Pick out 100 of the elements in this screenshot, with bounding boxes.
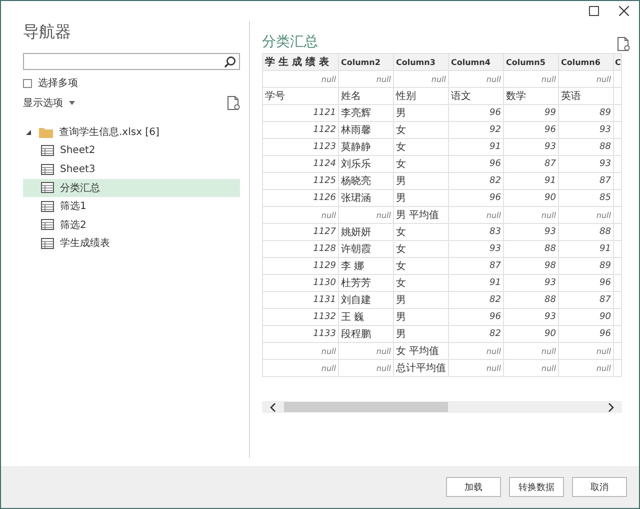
maximize-icon <box>589 6 599 16</box>
tree-item[interactable]: 查询学生信息.xlsx [6] <box>23 123 240 142</box>
table-cell: null <box>504 342 558 360</box>
table-cell: 语文 <box>448 88 504 104</box>
export-document-icon <box>617 37 630 51</box>
table-cell: 90 <box>558 308 614 326</box>
column-header[interactable]: Column5 <box>504 54 558 70</box>
column-header[interactable]: Column2 <box>338 54 394 70</box>
scroll-right-icon <box>608 402 614 412</box>
table-cell: null <box>448 342 504 360</box>
column-header[interactable]: Column3 <box>394 54 448 70</box>
table-cell: 女 <box>394 274 448 292</box>
table-cell: 姚妍妍 <box>338 224 394 240</box>
table-cell: 杜芳芳 <box>338 274 394 292</box>
table-cell: 93 <box>504 138 558 156</box>
close-icon <box>619 6 629 16</box>
table-cell: 90 <box>504 326 558 342</box>
table-cell: null <box>504 360 558 376</box>
table-cell: 93 <box>448 240 504 258</box>
column-header[interactable]: Column6 <box>558 54 614 70</box>
table-cell: 1123 <box>262 138 338 156</box>
dialog-button[interactable]: 转换数据 <box>509 477 564 497</box>
table-cell: 男 平均值 <box>394 206 448 224</box>
table-cell: 82 <box>448 172 504 190</box>
table-cell: 莫静静 <box>338 138 394 156</box>
tree-item[interactable]: 分类汇总 <box>23 178 240 197</box>
table-cell: 96 <box>504 122 558 138</box>
table-cell: 林雨馨 <box>338 122 394 138</box>
checkbox[interactable] <box>23 78 32 88</box>
table-cell: 82 <box>448 292 504 308</box>
table-cell: 女 <box>394 224 448 240</box>
refresh-document-icon <box>227 96 240 110</box>
table-cell: 1125 <box>262 172 338 190</box>
table-cell: 女 <box>394 138 448 156</box>
table-cell: 1130 <box>262 274 338 292</box>
table-cell: null <box>338 206 394 224</box>
table-cell: null <box>504 70 558 88</box>
table-cell: 99 <box>504 104 558 122</box>
table-cell: null <box>262 360 338 376</box>
table-cell: 1131 <box>262 292 338 308</box>
horizontal-scrollbar[interactable] <box>262 401 622 413</box>
tree-item[interactable]: Sheet2 <box>23 142 240 160</box>
table-cell: 男 <box>394 172 448 190</box>
table-cell: null <box>262 206 338 224</box>
table-cell: 87 <box>558 172 614 190</box>
tree-item[interactable]: 学生成绩表 <box>23 234 240 252</box>
table-cell: 88 <box>558 224 614 240</box>
scrollbar-thumb[interactable] <box>284 402 448 412</box>
dialog-button[interactable]: 加载 <box>446 477 501 497</box>
table-icon <box>41 219 54 230</box>
column-header[interactable]: Column4 <box>448 54 504 70</box>
search-field[interactable] <box>23 53 240 70</box>
table-cell: 张珺涵 <box>338 190 394 206</box>
table-cell: 93 <box>558 156 614 172</box>
table-cell: 93 <box>504 308 558 326</box>
table-cell: 男 <box>394 190 448 206</box>
table-cell: 89 <box>558 258 614 274</box>
table-cell: 女 <box>394 122 448 138</box>
table-cell: null <box>558 360 614 376</box>
display-options-dropdown[interactable]: 显示选项 <box>23 96 75 110</box>
table-cell: 91 <box>448 274 504 292</box>
table-cell: 88 <box>504 292 558 308</box>
table-cell: 96 <box>558 274 614 292</box>
tree-item[interactable]: 筛选2 <box>23 216 240 234</box>
preview-title: 分类汇总 <box>262 33 318 51</box>
table-cell: 女 平均值 <box>394 342 448 360</box>
table-cell: 93 <box>504 274 558 292</box>
table-cell: 83 <box>448 224 504 240</box>
table-cell: 96 <box>448 156 504 172</box>
table-icon <box>41 238 54 249</box>
table-cell: 李 娜 <box>338 258 394 274</box>
table-cell: 王 巍 <box>338 308 394 326</box>
table-cell: 刘自建 <box>338 292 394 308</box>
table-cell: 92 <box>448 122 504 138</box>
table-cell: 男 <box>394 104 448 122</box>
table-cell: 数学 <box>504 88 558 104</box>
caret-icon <box>69 101 75 105</box>
table-icon <box>41 145 54 156</box>
table-cell: 87 <box>504 156 558 172</box>
table-cell: 1126 <box>262 190 338 206</box>
table-cell: 89 <box>558 104 614 122</box>
table-cell: 98 <box>504 258 558 274</box>
table-cell: null <box>558 70 614 88</box>
table-cell: null <box>448 360 504 376</box>
scroll-left-icon <box>270 402 276 412</box>
dialog-button[interactable]: 取消 <box>572 477 627 497</box>
table-cell: null <box>338 360 394 376</box>
table-cell: null <box>262 70 338 88</box>
table-cell: 总计平均值 <box>394 360 448 376</box>
table-cell: null <box>558 206 614 224</box>
tree-item[interactable]: Sheet3 <box>23 160 240 178</box>
table-icon <box>41 182 54 194</box>
checkbox-label: 选择多项 <box>38 76 78 90</box>
table-cell: 1128 <box>262 240 338 258</box>
tree-item[interactable]: 筛选1 <box>23 197 240 216</box>
folder-icon <box>39 126 53 138</box>
column-header[interactable]: 学 生 成 绩 表 <box>262 54 338 70</box>
table-cell: 91 <box>558 240 614 258</box>
table-cell: null <box>504 206 558 224</box>
table-cell: 87 <box>558 292 614 308</box>
